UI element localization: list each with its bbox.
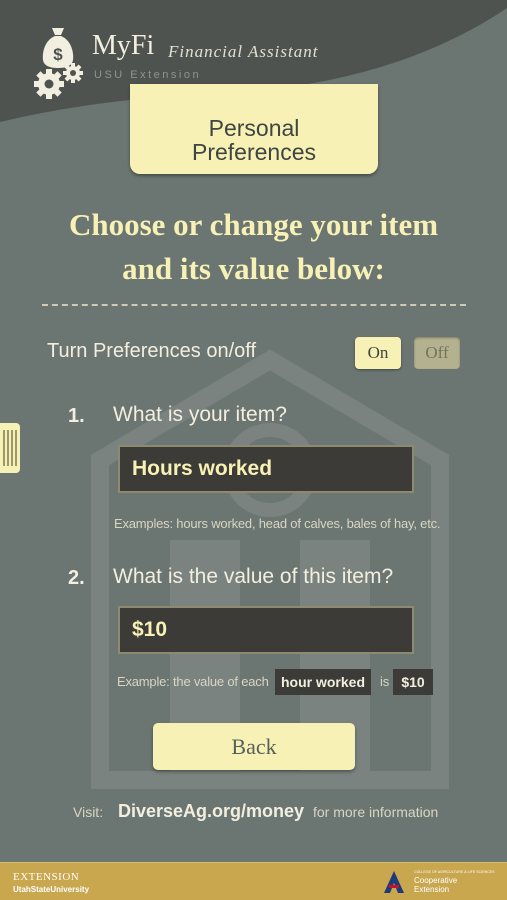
page-title-line-1: Personal (208, 115, 300, 141)
value-example-prefix: Example: the value of each (117, 674, 269, 689)
instructions-heading: Choose or change your item and its value… (20, 203, 487, 291)
question-1-text: What is your item? (113, 403, 287, 426)
dashed-divider (42, 304, 466, 306)
university-a-logo-icon (384, 871, 404, 893)
app-title: MyFi (92, 30, 155, 61)
extension-label: EXTENSION (13, 871, 80, 883)
preferences-on-button[interactable]: On (355, 337, 401, 369)
heading-line-2: and its value below: (122, 251, 385, 286)
question-2-text: What is the value of this item? (113, 565, 394, 588)
visit-tail-text: for more information (313, 804, 439, 820)
university-label: UtahStateUniversity (13, 885, 90, 894)
heading-line-1: Choose or change your item (68, 207, 439, 242)
preferences-off-button[interactable]: Off (414, 337, 460, 369)
org-label: USU Extension (94, 69, 202, 81)
question-2-number: 2. (68, 567, 85, 589)
example-item-chip: hour worked (275, 669, 371, 695)
footer-bar: EXTENSION UtahStateUniversity COLLEGE OF… (0, 862, 507, 900)
page-title-tab: Personal Preferences (130, 84, 378, 174)
drawer-handle-icon[interactable] (0, 423, 20, 473)
value-example-is: is (380, 674, 389, 689)
website-link[interactable]: DiverseAg.org/money (118, 801, 304, 822)
question-1-number: 1. (68, 405, 85, 427)
college-label: COLLEGE OF AGRICULTURE & LIFE SCIENCES (414, 870, 495, 874)
preferences-toggle-label: Turn Preferences on/off (47, 340, 257, 362)
back-button[interactable]: Back (153, 723, 355, 770)
extension-word: Extension (414, 885, 450, 894)
example-value-chip: $10 (393, 669, 433, 695)
visit-label: Visit: (73, 804, 104, 820)
gears-icon (34, 63, 83, 99)
cooperative-extension-label: Cooperative Extension (414, 876, 457, 894)
cooperative-word: Cooperative (414, 876, 458, 885)
item-name-input[interactable]: Hours worked (118, 445, 414, 493)
app-subtitle: Financial Assistant (168, 42, 319, 61)
item-value-input[interactable]: $10 (118, 606, 414, 654)
page-title-line-2: Preferences (191, 139, 316, 165)
item-examples-text: Examples: hours worked, head of calves, … (114, 516, 441, 531)
